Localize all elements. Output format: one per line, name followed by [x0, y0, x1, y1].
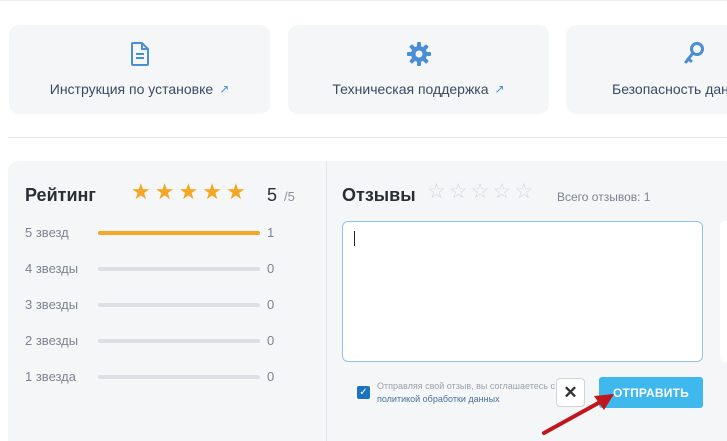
rating-row-count: 0	[267, 261, 275, 276]
star-filled-icon: ★	[225, 179, 246, 204]
rating-row: 4 звезды 0	[25, 261, 315, 277]
card-data-security[interactable]: Безопасность данных	[566, 25, 727, 114]
review-star-input: ☆ ☆ ☆ ☆ ☆	[427, 181, 533, 203]
card-tech-support[interactable]: Техническая поддержка ↗	[288, 25, 549, 114]
rating-score: 5	[267, 185, 278, 205]
rating-row-count: 0	[267, 297, 275, 312]
card-installation-label: Инструкция по установке	[49, 81, 214, 97]
key-icon	[683, 39, 705, 69]
card-label: Техническая поддержка ↗	[332, 81, 504, 97]
star-empty-icon[interactable]: ☆	[427, 181, 446, 203]
star-empty-icon[interactable]: ☆	[514, 181, 533, 203]
external-arrow-icon: ↗	[219, 82, 230, 96]
rating-bar-track	[98, 267, 260, 271]
rating-bar-track	[98, 231, 260, 235]
star-empty-icon[interactable]: ☆	[449, 181, 468, 203]
rating-row: 1 звезда 0	[25, 369, 315, 385]
reviews-total: Всего отзывов: 1	[557, 190, 651, 204]
rating-row-label: 5 звезд	[25, 225, 69, 240]
page-root: Инструкция по установке ↗ Техническая по…	[0, 0, 727, 441]
card-installation-guide[interactable]: Инструкция по установке ↗	[9, 25, 270, 114]
rating-bar-track	[98, 375, 260, 379]
external-arrow-icon: ↗	[494, 82, 505, 96]
review-textarea[interactable]	[342, 221, 703, 362]
rating-row: 2 звезды 0	[25, 333, 315, 349]
text-caret	[354, 231, 355, 246]
consent-checkbox[interactable]: ✓	[357, 386, 370, 399]
adjacent-panel-edge	[720, 221, 727, 362]
star-filled-icon: ★	[154, 179, 175, 204]
rating-row-count: 0	[267, 333, 275, 348]
star-filled-icon: ★	[178, 179, 199, 204]
card-label: Безопасность данных	[612, 81, 727, 97]
rating-bar-track	[98, 339, 260, 343]
document-icon	[130, 39, 150, 69]
star-filled-icon: ★	[202, 179, 222, 204]
annotation-arrow-icon	[542, 394, 614, 435]
rating-panel: Рейтинг ★ ★ ★ ★ ★ 5 /5 5 звезд 1 4 звезд…	[8, 161, 326, 441]
rating-row: 3 звезды 0	[25, 297, 315, 313]
rating-bar-fill	[98, 231, 260, 235]
card-label: Инструкция по установке ↗	[50, 81, 230, 97]
rating-row-count: 0	[267, 369, 275, 384]
rating-score-max: /5	[284, 189, 295, 204]
rating-row-label: 4 звезды	[25, 261, 79, 276]
rating-stars: ★ ★ ★ ★ ★	[131, 181, 246, 203]
top-divider	[0, 0, 727, 1]
rating-row-count: 1	[267, 225, 275, 240]
rating-title: Рейтинг	[25, 185, 96, 205]
rating-bar-track	[98, 303, 260, 307]
star-empty-icon[interactable]: ☆	[471, 181, 490, 203]
rating-row-label: 3 звезды	[25, 297, 79, 312]
gear-icon	[406, 39, 432, 69]
rating-row-label: 2 звезды	[25, 333, 79, 348]
rating-row: 5 звезд 1	[25, 225, 315, 241]
rating-row-label: 1 звезда	[25, 369, 76, 384]
card-support-label: Техническая поддержка	[332, 81, 489, 97]
privacy-policy-link[interactable]: политикой обработки данных	[377, 394, 500, 404]
star-empty-icon[interactable]: ☆	[492, 181, 511, 203]
reviews-panel: Отзывы ☆ ☆ ☆ ☆ ☆ Всего отзывов: 1 ✓ Отпр…	[327, 161, 727, 441]
consent-text-body: Отправляя свой отзыв, вы соглашаетесь с	[377, 381, 555, 391]
reviews-title: Отзывы	[342, 185, 416, 205]
consent-text: Отправляя свой отзыв, вы соглашаетесь с …	[377, 380, 557, 406]
star-filled-icon: ★	[131, 179, 151, 204]
card-security-label: Безопасность данных	[612, 81, 727, 97]
section-divider	[8, 137, 727, 138]
